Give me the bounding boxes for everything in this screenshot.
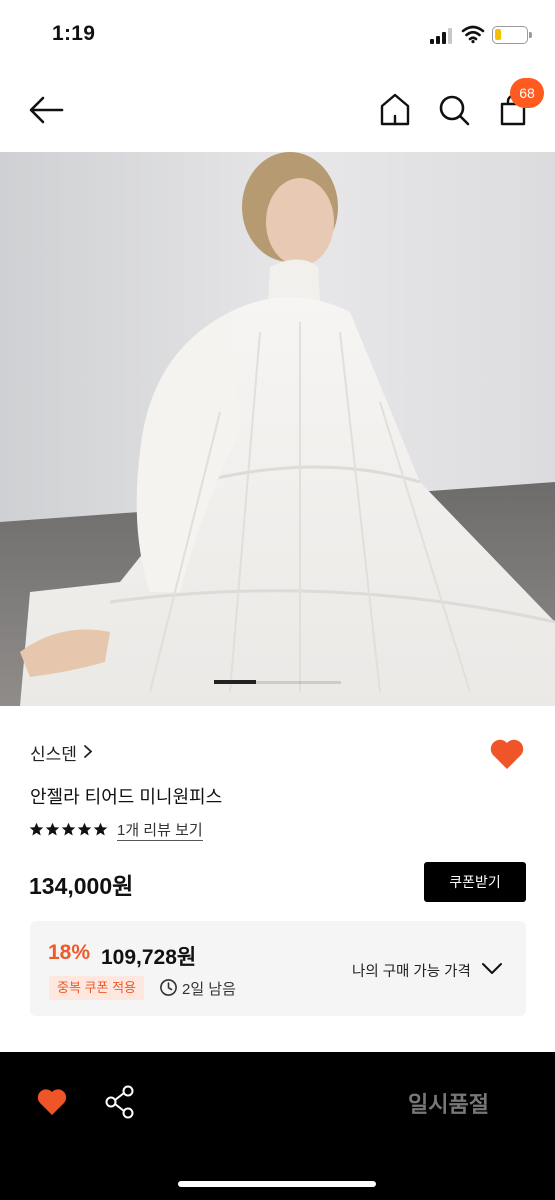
status-time: 1:19: [52, 22, 96, 45]
bottom-action-bar: [0, 1052, 555, 1200]
review-link[interactable]: 1개 리뷰 보기: [117, 822, 203, 841]
sold-out-button[interactable]: 일시품절: [408, 1087, 489, 1119]
status-bar: 1:19: [0, 0, 555, 70]
product-photo: [0, 152, 555, 706]
get-coupon-button[interactable]: 쿠폰받기: [424, 862, 526, 902]
image-pager-indicator: [214, 680, 256, 684]
heart-icon[interactable]: [488, 737, 526, 771]
chevron-right-icon[interactable]: [83, 744, 93, 759]
brand-link[interactable]: 신스덴: [30, 740, 77, 765]
cellular-signal-icon: [430, 28, 454, 44]
share-icon[interactable]: [104, 1084, 136, 1120]
wishlist-heart-icon[interactable]: [36, 1087, 68, 1117]
search-icon[interactable]: [435, 90, 473, 130]
product-image[interactable]: [0, 152, 555, 706]
remaining-days: 2일 남음: [182, 981, 236, 998]
battery-icon: [492, 26, 532, 44]
home-indicator[interactable]: [178, 1181, 376, 1187]
product-name: 안젤라 티어드 미니원피스: [30, 787, 223, 807]
back-arrow-icon[interactable]: [26, 92, 66, 128]
star-icon: [45, 822, 60, 836]
top-navigation: [0, 70, 555, 152]
clock-icon: [160, 979, 177, 996]
star-icon: [61, 822, 76, 836]
home-icon[interactable]: [376, 90, 414, 130]
chevron-down-icon[interactable]: [481, 962, 503, 976]
rating-stars: [29, 822, 108, 842]
discount-price: 109,728원: [101, 946, 197, 969]
discount-rate: 18%: [48, 941, 91, 964]
my-price-label[interactable]: 나의 구매 가능 가격: [352, 960, 471, 981]
wifi-icon: [461, 25, 485, 44]
star-icon: [93, 822, 108, 836]
star-icon: [77, 822, 92, 836]
product-price: 134,000원: [29, 873, 134, 899]
coupon-applied-badge: 중복 쿠폰 적용: [49, 976, 144, 1000]
cart-count-badge: 68: [510, 78, 544, 108]
star-icon: [29, 822, 44, 836]
